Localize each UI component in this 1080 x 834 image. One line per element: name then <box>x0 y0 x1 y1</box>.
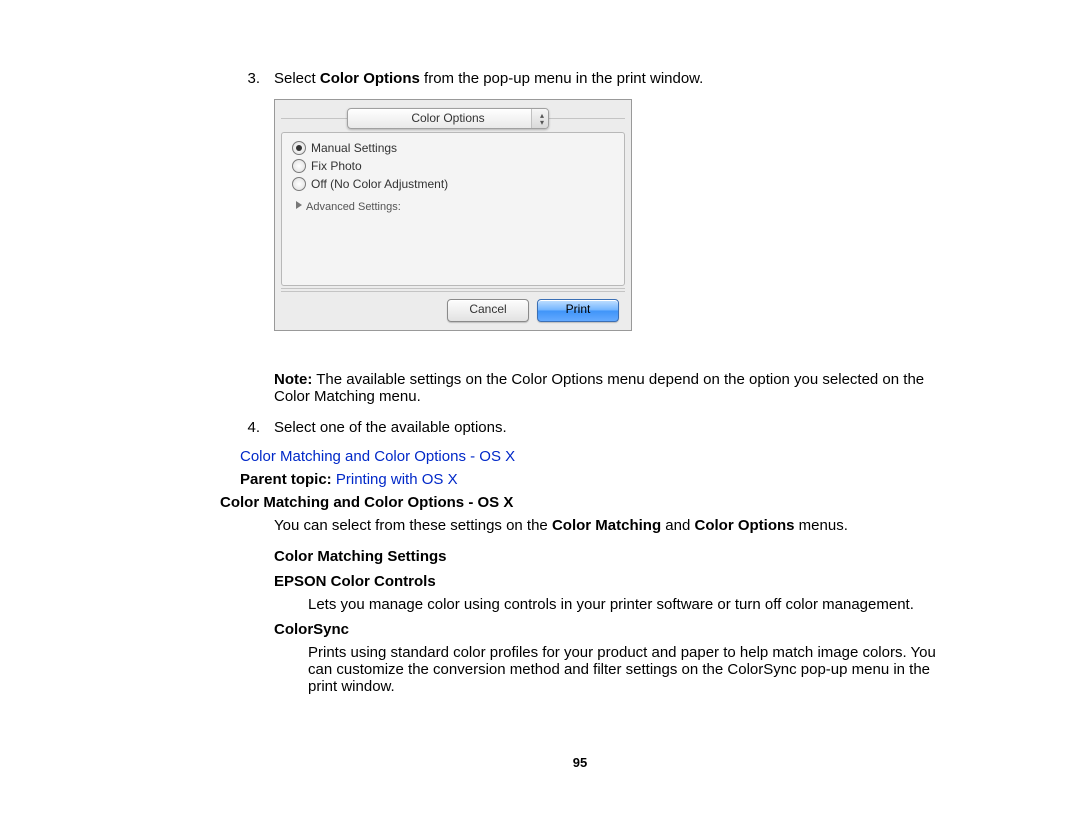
note-paragraph: Note: The available settings on the Colo… <box>274 371 940 405</box>
radio-label: Manual Settings <box>311 141 397 155</box>
popup-menu[interactable]: Color Options ▴▾ <box>347 108 549 129</box>
radio-fix-photo[interactable]: Fix Photo <box>292 159 614 173</box>
text: You can select from these settings on th… <box>274 517 552 534</box>
link-line: Color Matching and Color Options - OS X <box>240 448 940 465</box>
popup-label: Color Options <box>411 111 484 125</box>
section-heading: Color Matching and Color Options - OS X <box>220 494 940 511</box>
text-bold: Color Options <box>320 70 420 87</box>
subheading-color-matching-settings: Color Matching Settings <box>274 548 940 565</box>
separator <box>281 288 625 292</box>
note-text: The available settings on the Color Opti… <box>274 371 924 405</box>
radio-icon <box>292 159 306 173</box>
text: and <box>661 517 694 534</box>
intro-paragraph: You can select from these settings on th… <box>274 517 940 534</box>
desc-colorsync: Prints using standard color profiles for… <box>308 644 940 695</box>
screenshot-figure: Color Options ▴▾ Manual Settings Fix Pho… <box>274 99 940 331</box>
chevron-updown-icon: ▴▾ <box>540 112 544 126</box>
text: menus. <box>795 517 848 534</box>
options-panel: Manual Settings Fix Photo Off (No Color … <box>281 132 625 286</box>
link-parent-topic[interactable]: Printing with OS X <box>332 471 458 488</box>
text-bold: Color Matching <box>552 517 661 534</box>
page-number: 95 <box>220 755 940 770</box>
chevron-right-icon <box>296 201 302 209</box>
desc-epson-color-controls: Lets you manage color using controls in … <box>308 596 940 613</box>
radio-icon <box>292 177 306 191</box>
radio-label: Off (No Color Adjustment) <box>311 177 448 191</box>
text: from the pop-up menu in the print window… <box>420 70 704 87</box>
cancel-button[interactable]: Cancel <box>447 299 529 322</box>
radio-off[interactable]: Off (No Color Adjustment) <box>292 177 614 191</box>
radio-icon <box>292 141 306 155</box>
radio-manual-settings[interactable]: Manual Settings <box>292 141 614 155</box>
disclosure-label: Advanced Settings: <box>306 201 401 213</box>
radio-label: Fix Photo <box>311 159 362 173</box>
print-window: Color Options ▴▾ Manual Settings Fix Pho… <box>274 99 632 331</box>
link-color-matching-options[interactable]: Color Matching and Color Options - OS X <box>240 448 515 465</box>
step-text: Select Color Options from the pop-up men… <box>274 70 940 87</box>
note-label: Note: <box>274 371 312 388</box>
advanced-settings-disclosure[interactable]: Advanced Settings: <box>296 201 614 213</box>
step-number: 3. <box>220 70 274 87</box>
step-text: Select one of the available options. <box>274 419 940 436</box>
parent-topic-line: Parent topic: Printing with OS X <box>240 471 940 488</box>
term-colorsync: ColorSync <box>274 621 940 638</box>
page-content: 3. Select Color Options from the pop-up … <box>0 0 1080 810</box>
button-bar: Cancel Print <box>447 299 619 322</box>
step-number: 4. <box>220 419 274 436</box>
parent-topic-label: Parent topic: <box>240 471 332 488</box>
step-4: 4. Select one of the available options. <box>220 419 940 436</box>
text: Select <box>274 70 320 87</box>
step-3: 3. Select Color Options from the pop-up … <box>220 70 940 87</box>
term-epson-color-controls: EPSON Color Controls <box>274 573 940 590</box>
text-bold: Color Options <box>695 517 795 534</box>
print-button[interactable]: Print <box>537 299 619 322</box>
